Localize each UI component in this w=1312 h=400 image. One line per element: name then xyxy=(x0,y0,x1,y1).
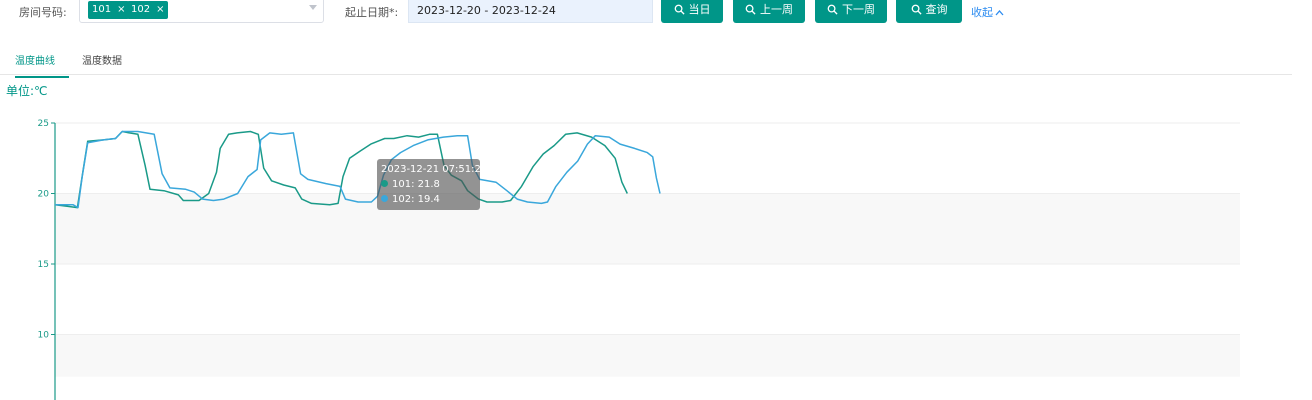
prev-week-button-label: 上一周 xyxy=(760,3,793,16)
next-week-button[interactable]: 下一周 xyxy=(815,0,887,23)
tab-bar: 温度曲线 温度数据 xyxy=(0,44,1292,78)
y-tick-label: 20 xyxy=(38,190,50,200)
tooltip-time: 2023-12-21 07:51:26 xyxy=(381,164,488,175)
date-range-label: 起止日期*: xyxy=(345,6,399,19)
temperature-line-chart: 25 20 15 10 xyxy=(38,119,1240,400)
search-icon xyxy=(674,4,685,15)
y-tick-label: 10 xyxy=(38,331,50,341)
grid-band xyxy=(55,193,1240,264)
tab-temperature-data[interactable]: 温度数据 xyxy=(82,52,122,76)
close-icon[interactable]: × xyxy=(117,4,125,15)
search-icon xyxy=(827,4,838,15)
search-icon xyxy=(911,4,922,15)
unit-label: 单位:℃ xyxy=(6,84,48,98)
collapse-link[interactable]: 收起 xyxy=(971,4,1004,20)
room-select[interactable]: 101 × 102 × xyxy=(79,0,324,23)
tooltip-value-102: 102: 19.4 xyxy=(392,194,440,205)
room-tag-101: 101 × xyxy=(88,1,130,19)
prev-week-button[interactable]: 上一周 xyxy=(733,0,805,23)
room-tag-label: 102 xyxy=(131,4,151,15)
date-range-input[interactable]: 2023-12-20 - 2023-12-24 xyxy=(408,0,653,23)
chevron-up-icon xyxy=(995,10,1004,16)
search-icon xyxy=(745,4,756,15)
next-week-button-label: 下一周 xyxy=(842,3,875,16)
chevron-down-icon[interactable] xyxy=(309,5,317,10)
close-icon[interactable]: × xyxy=(156,4,164,15)
tooltip-row-102: 102: 19.4 xyxy=(381,192,476,207)
y-tick-label: 25 xyxy=(38,119,49,129)
room-number-label: 房间号码: xyxy=(19,6,67,19)
collapse-label: 收起 xyxy=(971,6,993,19)
room-tag-102: 102 × xyxy=(127,1,169,19)
chart-tooltip: 2023-12-21 07:51:26 101: 21.8 102: 19.4 xyxy=(377,159,488,210)
today-button-label: 当日 xyxy=(688,3,711,16)
filter-bar: 房间号码: 101 × 102 × 起止日期*: 2023-12-20 - 2023… xyxy=(0,0,1312,26)
tab-temperature-curve[interactable]: 温度曲线 xyxy=(15,52,69,78)
y-tick-label: 15 xyxy=(38,260,49,270)
room-tag-label: 101 xyxy=(92,4,112,15)
series-101-dot xyxy=(381,180,388,187)
series-102-dot xyxy=(381,195,388,202)
grid-band xyxy=(55,264,1240,335)
query-button-label: 查询 xyxy=(925,3,948,16)
tooltip-row-101: 101: 21.8 xyxy=(381,177,476,192)
tooltip-value-101: 101: 21.8 xyxy=(392,179,440,190)
grid-band xyxy=(55,334,1240,377)
today-button[interactable]: 当日 xyxy=(661,0,723,23)
query-button[interactable]: 查询 xyxy=(896,0,962,23)
